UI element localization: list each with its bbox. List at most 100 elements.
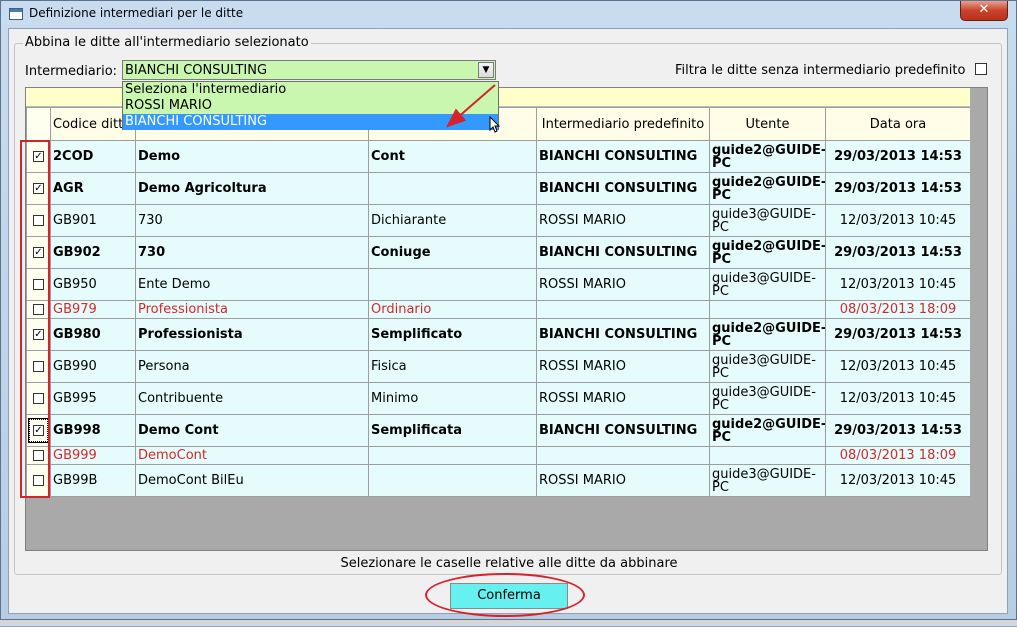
cell-tipo xyxy=(368,172,537,205)
confirm-button[interactable]: Conferma xyxy=(450,583,568,609)
cell-intermediario: BIANCHI CONSULTING xyxy=(536,140,710,173)
row-checkbox-cell[interactable]: ✓ xyxy=(26,318,51,351)
cell-codice: 2COD xyxy=(50,140,136,173)
cell-codice: GB950 xyxy=(50,268,136,301)
chevron-down-icon[interactable]: ▼ xyxy=(478,62,494,78)
dropdown-option-selected[interactable]: BIANCHI CONSULTING xyxy=(123,114,498,130)
cell-ragione: DemoCont BilEu xyxy=(135,464,369,497)
cell-intermediario: BIANCHI CONSULTING xyxy=(536,318,710,351)
cell-codice: AGR xyxy=(50,172,136,205)
cell-tipo: Semplificata xyxy=(368,414,537,447)
cell-tipo xyxy=(368,464,537,497)
cell-ragione: Demo xyxy=(135,140,369,173)
cell-utente: guide2@GUIDE-PC xyxy=(709,172,826,205)
table-row[interactable]: GB999 DemoCont 08/03/2013 18:09 xyxy=(26,446,971,465)
header-intermediario[interactable]: Intermediario predefinito xyxy=(536,107,710,141)
cell-ragione: Professionista xyxy=(135,300,369,319)
row-checkbox-cell[interactable] xyxy=(26,268,51,301)
checkbox-unchecked[interactable] xyxy=(33,304,44,315)
cell-intermediario: ROSSI MARIO xyxy=(536,268,710,301)
checkbox-unchecked[interactable] xyxy=(33,361,44,372)
table-row[interactable]: ✓ 2COD Demo Cont BIANCHI CONSULTING guide2@GU… xyxy=(26,140,971,173)
cell-codice: GB901 xyxy=(50,204,136,237)
row-checkbox-cell[interactable]: ✓ xyxy=(26,140,51,173)
table-row[interactable]: GB901 730 Dichiarante ROSSI MARIO guide3@GUI… xyxy=(26,204,971,237)
cell-ragione: Contribuente xyxy=(135,382,369,415)
grid-scrollbar-gutter xyxy=(970,88,987,550)
cell-data: 12/03/2013 10:45 xyxy=(825,382,971,415)
checkbox-unchecked[interactable] xyxy=(33,450,44,461)
cell-intermediario xyxy=(536,446,710,465)
cell-data: 08/03/2013 18:09 xyxy=(825,300,971,319)
table-row[interactable]: GB979 Professionista Ordinario 08/03/2013 1… xyxy=(26,300,971,319)
cell-tipo xyxy=(368,268,537,301)
intermediario-label: Intermediario: xyxy=(25,64,118,79)
table-row[interactable]: GB99B DemoCont BilEu ROSSI MARIO guide3@GUI… xyxy=(26,464,971,497)
cell-data: 12/03/2013 10:45 xyxy=(825,464,971,497)
cell-codice: GB99B xyxy=(50,464,136,497)
cell-tipo xyxy=(368,446,537,465)
cell-utente: guide3@GUIDE-PC xyxy=(709,350,826,383)
checkbox-checked[interactable]: ✓ xyxy=(33,425,44,436)
table-row[interactable]: ✓ AGR Demo Agricoltura BIANCHI CONSULTING gu… xyxy=(26,172,971,205)
cell-utente: guide2@GUIDE-PC xyxy=(709,236,826,269)
table-row[interactable]: GB950 Ente Demo ROSSI MARIO guide3@GUIDE-PC… xyxy=(26,268,971,301)
cell-data: 29/03/2013 14:53 xyxy=(825,318,971,351)
cell-utente: guide3@GUIDE-PC xyxy=(709,268,826,301)
cell-intermediario: BIANCHI CONSULTING xyxy=(536,414,710,447)
window-title: Definizione intermediari per le ditte xyxy=(29,6,244,20)
cell-codice: GB980 xyxy=(50,318,136,351)
intermediario-combobox[interactable]: BIANCHI CONSULTING ▼ xyxy=(122,60,496,80)
cell-ragione: Demo Agricoltura xyxy=(135,172,369,205)
checkbox-checked[interactable]: ✓ xyxy=(33,329,44,340)
cell-tipo: Ordinario xyxy=(368,300,537,319)
close-button[interactable]: ✕ xyxy=(960,1,1008,21)
cell-ragione: Ente Demo xyxy=(135,268,369,301)
header-data[interactable]: Data ora xyxy=(825,107,971,141)
cell-intermediario xyxy=(536,300,710,319)
window-grid-icon xyxy=(9,8,23,20)
checkbox-checked[interactable]: ✓ xyxy=(33,151,44,162)
cell-tipo: Fisica xyxy=(368,350,537,383)
filter-checkbox[interactable] xyxy=(975,63,987,75)
cell-utente: guide3@GUIDE-PC xyxy=(709,382,826,415)
table-row[interactable]: ✓ GB998 Demo Cont Semplificata BIANCHI CONSU… xyxy=(26,414,971,447)
cell-intermediario: BIANCHI CONSULTING xyxy=(536,172,710,205)
row-checkbox-cell[interactable] xyxy=(26,204,51,237)
row-checkbox-cell[interactable]: ✓ xyxy=(26,172,51,205)
cell-utente: guide3@GUIDE-PC xyxy=(709,204,826,237)
cell-utente xyxy=(709,446,826,465)
group-legend: Abbina le ditte all'intermediario selezi… xyxy=(23,35,311,50)
checkbox-unchecked[interactable] xyxy=(33,475,44,486)
checkbox-checked[interactable]: ✓ xyxy=(33,183,44,194)
checkbox-unchecked[interactable] xyxy=(33,279,44,290)
cell-data: 12/03/2013 10:45 xyxy=(825,350,971,383)
cell-tipo: Coniuge xyxy=(368,236,537,269)
table-row[interactable]: GB990 Persona Fisica ROSSI MARIO guide3@GUID… xyxy=(26,350,971,383)
checkbox-unchecked[interactable] xyxy=(33,215,44,226)
checkbox-unchecked[interactable] xyxy=(33,393,44,404)
row-checkbox-cell[interactable] xyxy=(26,464,51,497)
row-checkbox-cell[interactable] xyxy=(26,446,51,465)
table-row[interactable]: GB995 Contribuente Minimo ROSSI MARIO guide3… xyxy=(26,382,971,415)
cell-tipo: Minimo xyxy=(368,382,537,415)
cell-intermediario: ROSSI MARIO xyxy=(536,382,710,415)
cell-ragione: Professionista xyxy=(135,318,369,351)
row-checkbox-cell[interactable] xyxy=(26,382,51,415)
row-checkbox-cell[interactable] xyxy=(26,300,51,319)
row-checkbox-cell[interactable]: ✓ xyxy=(26,236,51,269)
cell-ragione: DemoCont xyxy=(135,446,369,465)
dropdown-option[interactable]: ROSSI MARIO xyxy=(123,98,498,114)
table-row[interactable]: ✓ GB902 730 Coniuge BIANCHI CONSULTING guide2… xyxy=(26,236,971,269)
cell-codice: GB999 xyxy=(50,446,136,465)
row-checkbox-cell[interactable]: ✓ xyxy=(26,414,51,447)
title-bar[interactable]: Definizione intermediari per le ditte ✕ xyxy=(1,1,1016,27)
header-utente[interactable]: Utente xyxy=(709,107,826,141)
filter-label: Filtra le ditte senza intermediario pred… xyxy=(675,63,966,78)
dropdown-option[interactable]: Seleziona l'intermediario xyxy=(123,82,498,98)
cell-tipo: Semplificato xyxy=(368,318,537,351)
table-row[interactable]: ✓ GB980 Professionista Semplificato BIANCHI … xyxy=(26,318,971,351)
checkbox-checked[interactable]: ✓ xyxy=(33,247,44,258)
row-checkbox-cell[interactable] xyxy=(26,350,51,383)
cell-codice: GB990 xyxy=(50,350,136,383)
